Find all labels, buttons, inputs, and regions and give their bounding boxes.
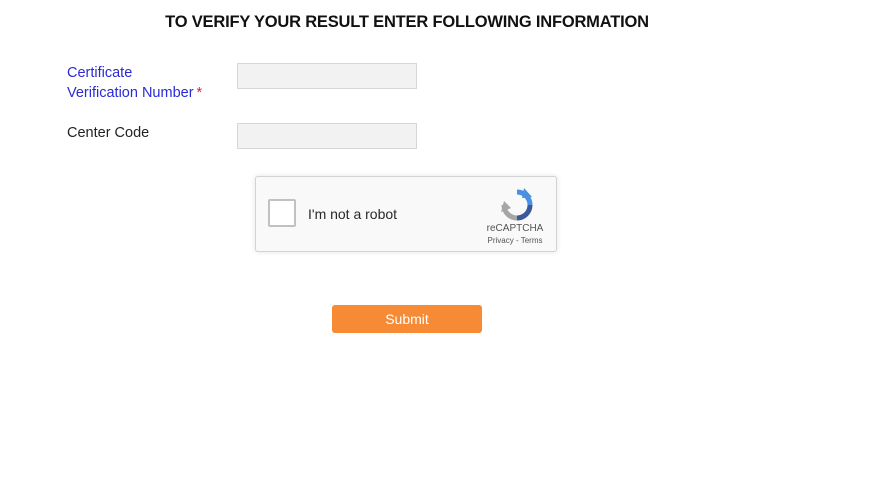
recaptcha-label: I'm not a robot [308, 206, 398, 222]
recaptcha-logo-icon [501, 188, 533, 221]
submit-button[interactable]: Submit [332, 305, 482, 333]
recaptcha-terms-link[interactable]: Terms [521, 236, 543, 245]
center-code-label: Center Code [67, 125, 150, 141]
verification-page: TO VERIFY YOUR RESULT ENTER FOLLOWING IN… [0, 0, 881, 495]
recaptcha-privacy-link[interactable]: Privacy [488, 236, 514, 245]
recaptcha-brand: reCAPTCHA [486, 223, 544, 234]
certificate-number-label-line1: Certificate [67, 65, 133, 81]
recaptcha-links: Privacy - Terms [478, 236, 552, 245]
required-marker: * [196, 85, 203, 101]
certificate-number-label-line2: Verification Number [67, 85, 194, 101]
certificate-number-label: Certificate Verification Number * [67, 63, 202, 103]
recaptcha-checkbox[interactable] [268, 199, 296, 227]
center-code-input[interactable] [237, 123, 417, 149]
certificate-number-input[interactable] [237, 63, 417, 89]
page-heading: TO VERIFY YOUR RESULT ENTER FOLLOWING IN… [165, 13, 649, 31]
recaptcha-widget: I'm not a robot reCAPTCHA Privacy - Term… [255, 176, 557, 252]
recaptcha-links-separator: - [513, 236, 521, 245]
